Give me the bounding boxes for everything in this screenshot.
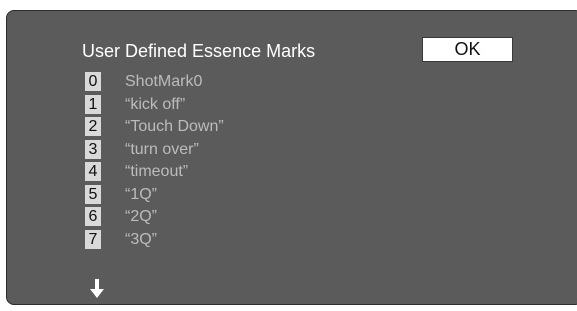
essence-marks-screen: User Defined Essence Marks OK 0 ShotMark… (6, 10, 577, 305)
item-label: ShotMark0 (125, 73, 203, 90)
arrow-down-icon[interactable] (90, 279, 104, 299)
item-number-badge: 3 (85, 139, 101, 159)
item-label: “turn over” (125, 140, 199, 158)
item-number-badge: 0 (85, 72, 101, 91)
item-number-badge: 1 (85, 94, 101, 114)
item-number-badge: 7 (85, 229, 101, 249)
item-number-badge: 4 (85, 162, 101, 181)
ok-button[interactable]: OK (422, 37, 513, 62)
item-label: “3Q” (125, 230, 157, 248)
item-label: “1Q” (125, 185, 157, 203)
item-number-badge: 2 (85, 117, 101, 136)
item-label: “Touch Down” (125, 118, 224, 135)
screen-title: User Defined Essence Marks (82, 41, 316, 61)
item-label: “timeout” (125, 163, 189, 180)
item-number-badge: 5 (85, 184, 101, 204)
item-label: “kick off” (125, 95, 186, 113)
item-label: “2Q” (125, 208, 157, 225)
item-number-badge: 6 (85, 207, 101, 226)
